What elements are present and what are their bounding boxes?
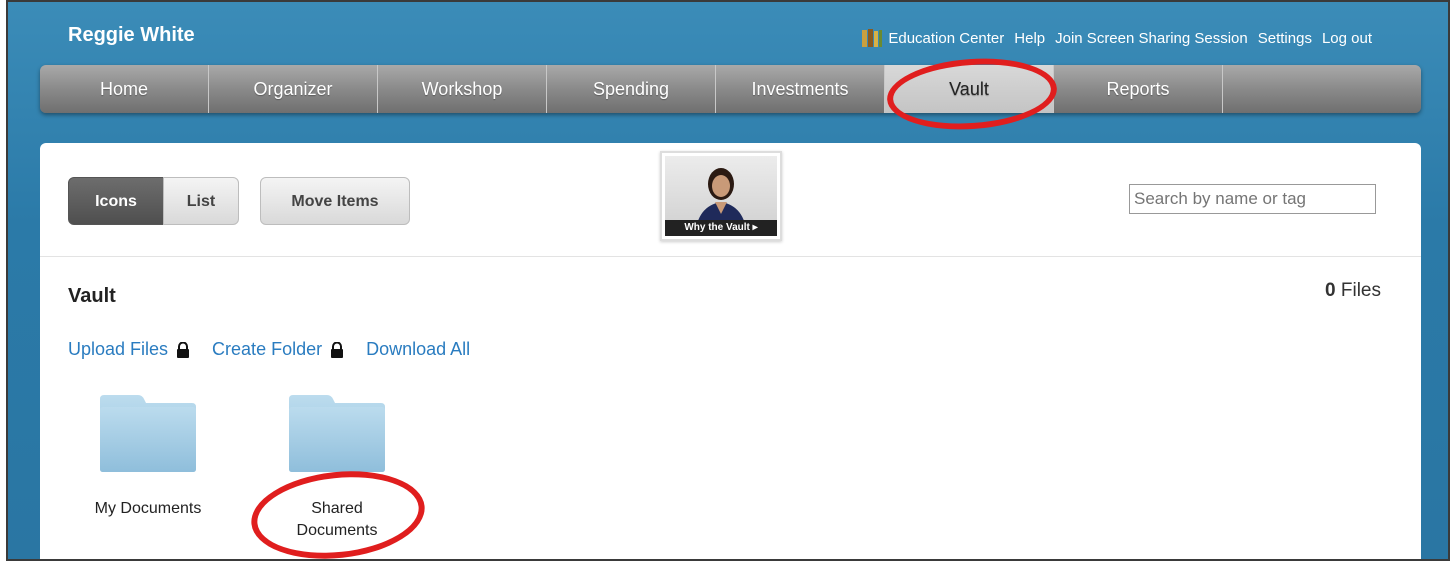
list-view-button[interactable]: List [163,177,239,225]
vault-actions: Upload Files Create Folder Download All [68,339,470,360]
icons-view-button[interactable]: Icons [68,177,164,225]
folder-icon [100,395,196,472]
logout-link[interactable]: Log out [1322,30,1372,47]
create-folder-link[interactable]: Create Folder [212,339,344,360]
file-count: 0 Files [1325,280,1381,302]
nav-organizer[interactable]: Organizer [209,65,378,113]
education-center-label: Education Center [888,29,1005,47]
nav-investments[interactable]: Investments [716,65,885,113]
folder-label: My Documents [94,500,202,517]
video-label: Why the Vault ▸ [665,220,777,236]
nav-reports[interactable]: Reports [1054,65,1223,113]
file-count-unit: Files [1340,280,1381,301]
file-count-value: 0 [1325,280,1336,301]
folder-icon [289,395,385,472]
upload-files-label: Upload Files [68,339,169,359]
folder-my-documents[interactable]: My Documents [83,393,213,520]
nav-spending[interactable]: Spending [547,65,716,113]
create-folder-label: Create Folder [212,339,323,359]
why-vault-video[interactable]: Why the Vault ▸ [660,151,782,241]
books-icon [862,29,883,47]
education-center-link[interactable]: Education Center [861,28,1004,48]
nav-home[interactable]: Home [40,65,209,113]
nav-workshop[interactable]: Workshop [378,65,547,113]
lock-icon [331,341,344,358]
search-input[interactable] [1129,184,1376,214]
main-nav: Home Organizer Workshop Spending Investm… [40,65,1421,113]
upload-files-link[interactable]: Upload Files [68,339,190,360]
vault-toolbar: Icons List Move Items Why the Vault ▸ [40,143,1421,257]
user-name: Reggie White [68,24,195,46]
screen-sharing-link[interactable]: Join Screen Sharing Session [1055,30,1248,47]
page-title: Vault [68,285,116,307]
video-thumbnail: Why the Vault ▸ [665,156,777,236]
top-links: Education Center Help Join Screen Sharin… [861,28,1372,48]
move-items-button[interactable]: Move Items [260,177,410,225]
help-link[interactable]: Help [1014,30,1045,47]
download-all-label: Download All [366,339,471,359]
lock-icon [177,341,190,358]
vault-panel: Icons List Move Items Why the Vault ▸ Va… [40,143,1421,559]
download-all-link[interactable]: Download All [366,339,470,360]
settings-link[interactable]: Settings [1258,30,1312,47]
app-frame: Reggie White Education Center Help Join … [6,0,1450,561]
